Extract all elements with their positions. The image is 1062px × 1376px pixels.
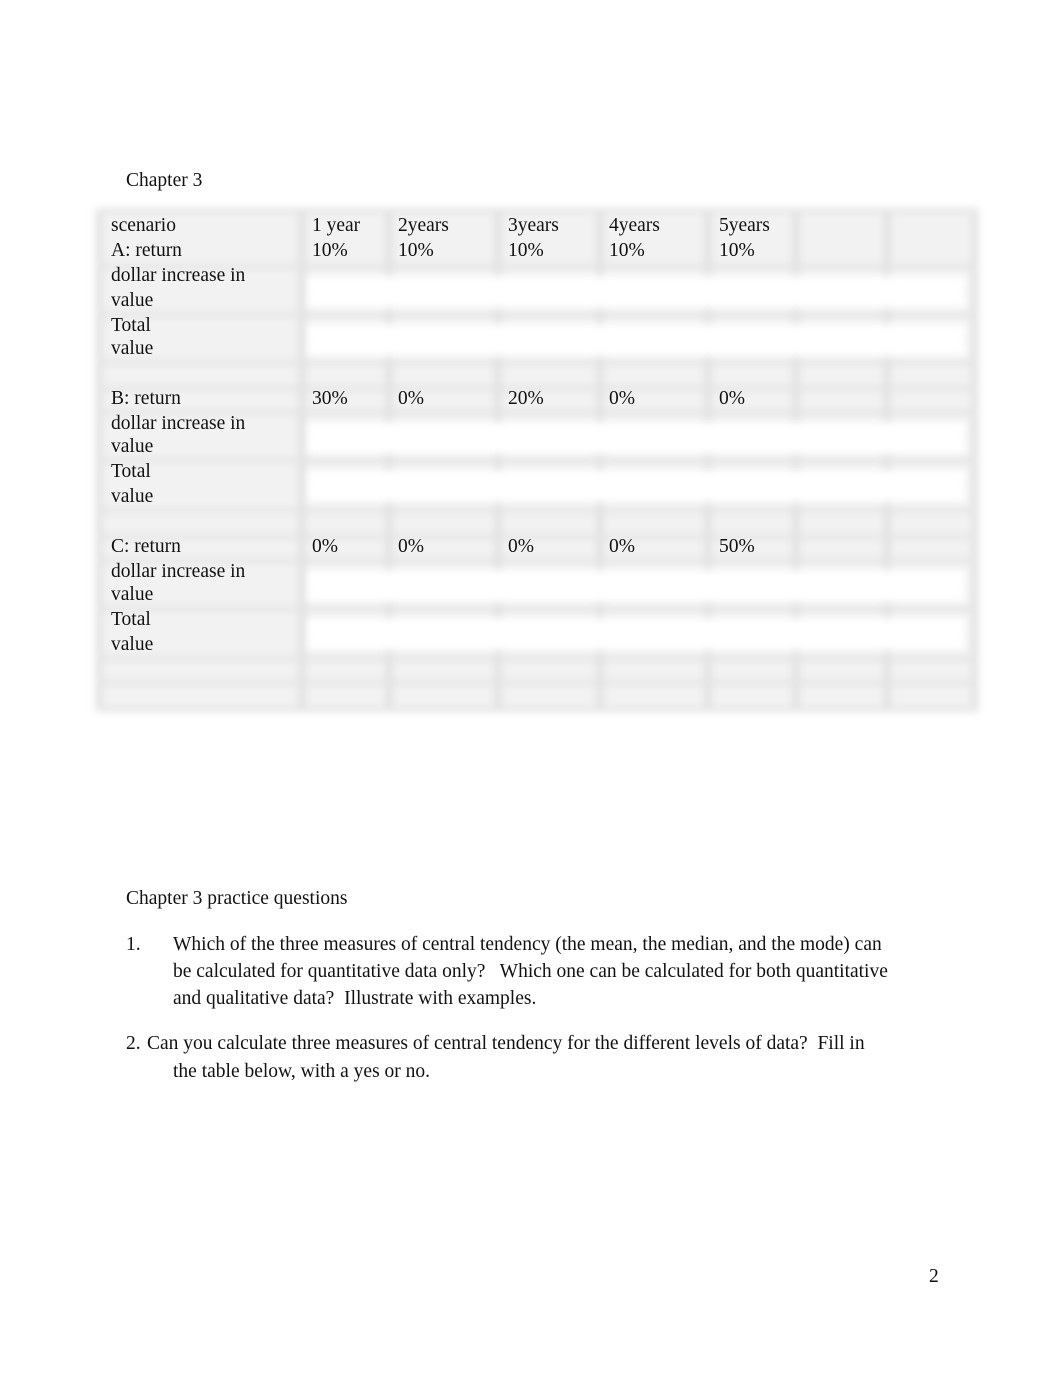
header-year: 5years <box>719 215 770 236</box>
page-number: 2 <box>929 1266 939 1287</box>
scenario-b-return: 20% <box>508 388 544 409</box>
question-2-first-line: Can you calculate three measures of cent… <box>147 1033 865 1054</box>
table-content: scenario 1 year 2years 3years 4years 5ye… <box>96 208 978 712</box>
scenario-b-dollar-label-cont: value <box>111 436 154 457</box>
returns-table: scenario 1 year 2years 3years 4years 5ye… <box>96 208 978 712</box>
scenario-a-return: 10% <box>312 240 348 261</box>
scenario-b-dollar-label: dollar increase in <box>111 413 246 434</box>
scenario-c-return: 0% <box>609 536 635 557</box>
question-number: 1. <box>126 934 141 955</box>
scenario-c-total-label: Total <box>111 609 151 630</box>
question-1-text: Which of the three measures of central t… <box>173 931 963 1012</box>
scenario-a-dollar-label: dollar increase in <box>111 265 246 286</box>
scenario-b-total-label: Total <box>111 461 151 482</box>
question-number: 2. <box>126 1033 141 1054</box>
scenario-a-return: 10% <box>508 240 544 261</box>
scenario-c-return: 0% <box>398 536 424 557</box>
scenario-a-total-label: Total <box>111 315 151 336</box>
scenario-a-return: 10% <box>609 240 645 261</box>
header-year: 1 year <box>312 215 361 236</box>
scenario-b-total-label-cont: value <box>111 486 154 507</box>
scenario-b-return-label: B: return <box>111 388 181 409</box>
scenario-b-return: 0% <box>398 388 424 409</box>
scenario-b-return: 0% <box>609 388 635 409</box>
scenario-c-return: 0% <box>312 536 338 557</box>
question-line: Which of the three measures of central t… <box>173 934 882 955</box>
header-year: 4years <box>609 215 660 236</box>
question-line: and qualitative data? Illustrate with ex… <box>173 988 537 1009</box>
scenario-a-total-label-cont: value <box>111 338 154 359</box>
scenario-c-dollar-label: dollar increase in <box>111 561 246 582</box>
scenario-a-return: 10% <box>398 240 434 261</box>
scenario-a-dollar-label-cont: value <box>111 290 154 311</box>
scenario-b-return: 0% <box>719 388 745 409</box>
header-year: 3years <box>508 215 559 236</box>
scenario-c-total-label-cont: value <box>111 634 154 655</box>
practice-title: Chapter 3 practice questions <box>126 888 348 909</box>
section-title: Chapter 3 <box>126 170 203 191</box>
scenario-c-return: 0% <box>508 536 534 557</box>
scenario-a-return: 10% <box>719 240 755 261</box>
question-2-second-line: the table below, with a yes or no. <box>173 1061 431 1082</box>
scenario-c-return: 50% <box>719 536 755 557</box>
scenario-b-return: 30% <box>312 388 348 409</box>
scenario-c-dollar-label-cont: value <box>111 584 154 605</box>
scenario-a-return-label: A: return <box>111 240 182 261</box>
question-line: be calculated for quantitative data only… <box>173 961 888 982</box>
scenario-c-return-label: C: return <box>111 536 181 557</box>
header-scenario: scenario <box>111 215 176 236</box>
header-year: 2years <box>398 215 449 236</box>
document-page: Chapter 3 scenario 1 year 2years 3years … <box>0 0 1062 1376</box>
